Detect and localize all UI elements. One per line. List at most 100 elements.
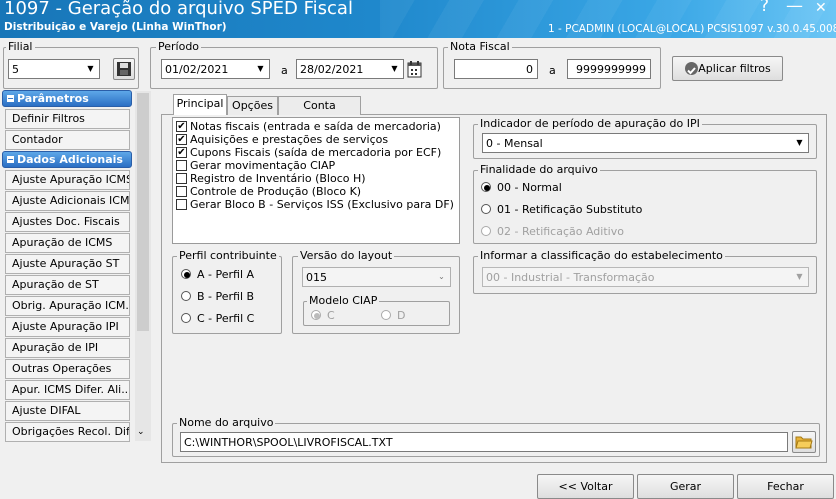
versao-select[interactable]: 015 ⌄ xyxy=(302,267,451,287)
nota-fiscal-separator: a xyxy=(549,64,556,77)
save-button[interactable] xyxy=(113,58,135,80)
radio-label: B - Perfil B xyxy=(197,290,255,303)
radio-label: 00 - Normal xyxy=(497,181,562,194)
periodo-separator: a xyxy=(281,64,288,77)
tab-principal[interactable]: Principal xyxy=(173,94,227,115)
sidebar-header-label: Dados Adicionais xyxy=(17,153,123,166)
browse-folder-button[interactable] xyxy=(792,431,816,453)
checkbox[interactable]: ✔ xyxy=(176,134,187,145)
chevron-down-icon[interactable]: ▼ xyxy=(83,61,98,77)
nota-fiscal-label: Nota Fiscal xyxy=(448,40,512,53)
arquivo-input[interactable]: C:\WINTHOR\SPOOL\LIVROFISCAL.TXT xyxy=(180,432,788,452)
chevron-down-icon[interactable]: ▼ xyxy=(792,135,807,151)
sidebar-item[interactable]: Contador xyxy=(5,130,130,150)
sidebar-item[interactable]: Ajustes Doc. Fiscais xyxy=(5,212,130,232)
generate-label: Gerar xyxy=(669,480,702,493)
nota-fiscal-start-input[interactable]: 0 xyxy=(454,59,538,79)
apply-filters-label: Aplicar filtros xyxy=(698,62,771,75)
sidebar-item[interactable]: Ajuste Apuração IPI xyxy=(5,317,130,337)
periodo-start-input[interactable]: 01/02/2021 ▼ xyxy=(161,59,270,79)
classificacao-label: Informar a classificação do estabelecime… xyxy=(478,249,725,262)
radio-button xyxy=(311,310,321,320)
perfil-label: Perfil contribuinte xyxy=(177,249,279,262)
collapse-icon[interactable]: − xyxy=(7,95,14,103)
filial-value: 5 xyxy=(12,63,19,76)
ciap-label: Modelo CIAP xyxy=(307,294,380,307)
sidebar-item[interactable]: Obrig. Apuração ICM... xyxy=(5,296,130,316)
versao-value: 015 xyxy=(306,271,327,284)
tab-opcoes[interactable]: Opções xyxy=(227,96,278,115)
radio-label: C - Perfil C xyxy=(197,312,255,325)
tab-conta-contabil[interactable]: Conta Contábil xyxy=(278,96,361,129)
sidebar-item[interactable]: Apur. ICMS Difer. Ali... xyxy=(5,380,130,400)
sidebar-item[interactable]: Apuração de ST xyxy=(5,275,130,295)
checkbox[interactable]: ✔ xyxy=(176,147,187,158)
radio-label: 01 - Retificação Substituto xyxy=(497,203,643,216)
radio-button[interactable] xyxy=(481,182,491,192)
chevron-down-icon[interactable]: ▼ xyxy=(792,269,807,285)
ipi-indicator-select[interactable]: 0 - Mensal ▼ xyxy=(482,133,809,153)
scrollbar-thumb[interactable] xyxy=(137,93,149,331)
periodo-start-value: 01/02/2021 xyxy=(165,63,229,76)
chevron-down-icon[interactable]: ▼ xyxy=(253,61,268,77)
classificacao-select[interactable]: 00 - Industrial - Transformação ▼ xyxy=(482,267,809,287)
radio-button[interactable] xyxy=(181,291,191,301)
chevron-down-icon[interactable]: ▼ xyxy=(387,61,402,77)
sidebar-item[interactable]: Obrigações Recol. Difal xyxy=(5,422,130,442)
help-icon[interactable]: ? xyxy=(760,0,769,16)
minimize-icon[interactable]: — xyxy=(786,0,803,16)
checkbox[interactable] xyxy=(176,160,187,171)
nota-fiscal-start-value: 0 xyxy=(526,63,533,76)
sidebar-header-parametros[interactable]: − Parâmetros xyxy=(2,90,132,107)
radio-button[interactable] xyxy=(481,204,491,214)
radio-button[interactable] xyxy=(181,269,191,279)
checkbox[interactable] xyxy=(176,173,187,184)
radio-label: D xyxy=(397,309,406,322)
sidebar-item[interactable]: Apuração de IPI xyxy=(5,338,130,358)
filial-select[interactable]: 5 ▼ xyxy=(8,59,100,79)
calendar-button[interactable] xyxy=(406,60,424,79)
finalidade-label: Finalidade do arquivo xyxy=(478,163,600,176)
checkbox[interactable] xyxy=(176,199,187,210)
window-subtitle: Distribuição e Varejo (Linha WinThor) xyxy=(4,21,227,33)
checklist-label: Cupons Fiscais (saída de mercadoria por … xyxy=(190,146,442,159)
folder-icon xyxy=(795,436,813,449)
close-button[interactable]: Fechar xyxy=(737,474,834,499)
checklist-label: Gerar movimentação CIAP xyxy=(190,159,336,172)
sidebar-item[interactable]: Apuração de ICMS xyxy=(5,233,130,253)
sidebar-scrollbar[interactable]: ⌄ xyxy=(135,91,151,441)
radio-button[interactable] xyxy=(181,313,191,323)
radio-label: A - Perfil A xyxy=(197,268,255,281)
sidebar-item[interactable]: Outras Operações xyxy=(5,359,130,379)
user-info: 1 - PCADMIN (LOCAL@LOCAL) xyxy=(548,23,705,35)
chevron-down-icon[interactable]: ⌄ xyxy=(434,269,449,285)
sidebar-item[interactable]: Ajuste Apuração ICMS xyxy=(5,170,130,190)
radio-button xyxy=(381,310,391,320)
nota-fiscal-end-input[interactable]: 9999999999 xyxy=(567,59,651,79)
sidebar-item[interactable]: Ajuste Adicionais ICMS xyxy=(5,191,130,211)
back-button[interactable]: << Voltar xyxy=(537,474,634,499)
sidebar-item[interactable]: Definir Filtros xyxy=(5,109,130,129)
floppy-disk-icon xyxy=(117,62,131,76)
scroll-down-icon[interactable]: ⌄ xyxy=(137,427,145,437)
title-bar: 1097 - Geração do arquivo SPED Fiscal Di… xyxy=(0,0,836,38)
checklist-label: Aquisições e prestações de serviços xyxy=(190,133,389,146)
checklist-label: Gerar Bloco B - Serviços ISS (Exclusivo … xyxy=(190,198,454,211)
generate-button[interactable]: Gerar xyxy=(637,474,734,499)
sidebar-header-label: Parâmetros xyxy=(17,92,89,105)
back-label: << Voltar xyxy=(558,480,613,493)
collapse-icon[interactable]: − xyxy=(7,156,14,164)
arquivo-label: Nome do arquivo xyxy=(177,416,276,429)
apply-filters-button[interactable]: Aplicar filtros xyxy=(672,56,783,81)
sidebar-item[interactable]: Ajuste Apuração ST xyxy=(5,254,130,274)
classificacao-value: 00 - Industrial - Transformação xyxy=(486,271,655,284)
periodo-end-value: 28/02/2021 xyxy=(300,63,364,76)
ipi-indicator-value: 0 - Mensal xyxy=(486,137,543,150)
close-icon[interactable]: ✕ xyxy=(815,0,827,16)
checkbox[interactable] xyxy=(176,186,187,197)
sidebar-header-dados-adicionais[interactable]: − Dados Adicionais xyxy=(2,151,132,168)
checkbox[interactable]: ✔ xyxy=(176,121,187,132)
periodo-end-input[interactable]: 28/02/2021 ▼ xyxy=(296,59,404,79)
close-label: Fechar xyxy=(767,480,804,493)
sidebar-item[interactable]: Ajuste DIFAL xyxy=(5,401,130,421)
